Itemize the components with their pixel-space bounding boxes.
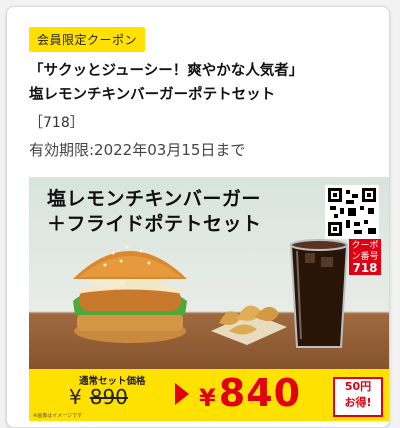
drink-image (289, 239, 349, 348)
headline-catchphrase: 「サクッとジューシー！爽やかな人気者」 (29, 63, 304, 79)
sale-price-value: 840 (218, 371, 302, 415)
regular-price-value: 890 (89, 385, 128, 409)
sale-price: ¥840 (199, 371, 301, 415)
coupon-card[interactable]: 会員限定クーポン 「サクッとジューシー！爽やかな人気者」 塩レモンチキンバーガー… (6, 6, 390, 428)
arrow-right-icon (175, 383, 189, 405)
coupon-number-label: クーポン番号 (351, 241, 379, 262)
coupon-code: ［718］ (29, 115, 84, 131)
coupon-number-badge: クーポン番号 718 (349, 239, 381, 275)
sale-price-currency: ¥ (199, 384, 217, 412)
expiry-date: 有効期限:2022年03月15日まで (29, 141, 246, 159)
qr-code-icon (325, 185, 379, 239)
savings-badge: 50円 お得! (333, 377, 383, 417)
coupon-number: 718 (352, 261, 378, 275)
headline-product-name: 塩レモンチキンバーガーポテトセット (29, 87, 276, 103)
potato-image (211, 305, 287, 345)
coupon-image: 塩レモンチキンバーガー ＋フライドポテトセット クーポン番号 718 通常セット… (29, 177, 389, 421)
regular-price-currency: ¥ (69, 385, 82, 409)
image-footnote: ※画像はイメージです (33, 413, 83, 419)
coupon-headline: 「サクッとジューシー！爽やかな人気者」 塩レモンチキンバーガーポテトセット (29, 59, 379, 107)
price-band: 通常セット価格 ¥890 ¥840 50円 お得! ※画像はイメージです (29, 369, 389, 421)
savings-label: お得! (344, 396, 372, 409)
image-title-line1: 塩レモンチキンバーガー (47, 188, 261, 210)
burger-image (73, 245, 187, 343)
savings-amount: 50円 (344, 380, 372, 393)
regular-price: ¥890 (69, 385, 128, 409)
member-coupon-tag: 会員限定クーポン (29, 27, 146, 52)
